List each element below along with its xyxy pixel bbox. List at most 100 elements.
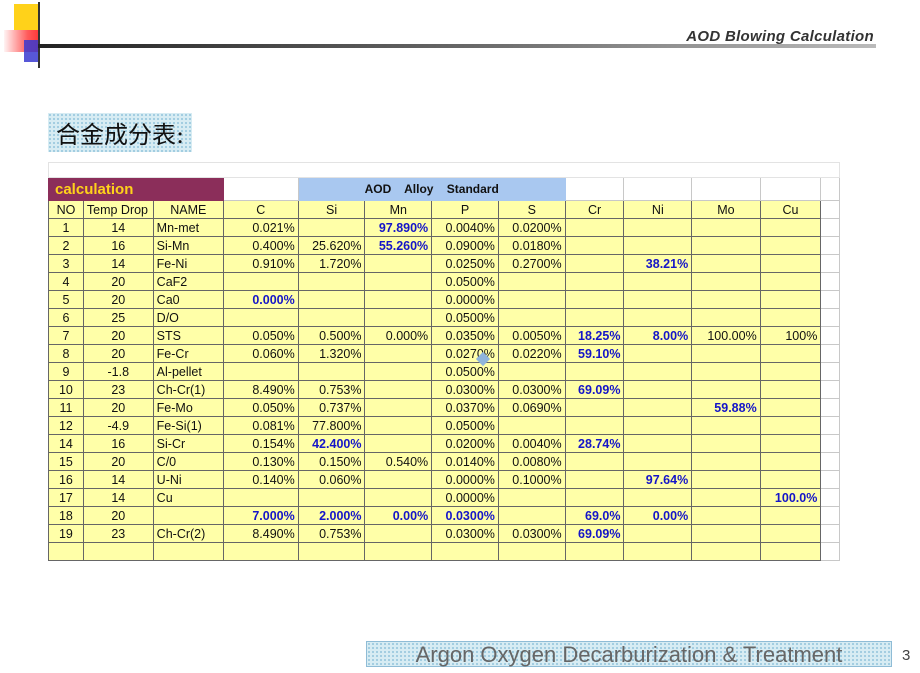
- table-cell[interactable]: [623, 290, 693, 309]
- table-cell[interactable]: 2: [48, 236, 84, 255]
- table-cell[interactable]: -1.8: [82, 362, 154, 381]
- table-cell[interactable]: [297, 308, 366, 327]
- table-cell[interactable]: [691, 254, 761, 273]
- table-cell[interactable]: [691, 434, 761, 453]
- empty-cell[interactable]: [820, 200, 840, 219]
- table-cell[interactable]: [297, 542, 366, 561]
- table-cell[interactable]: 0.540%: [364, 452, 433, 471]
- table-cell[interactable]: 14: [82, 470, 154, 489]
- table-cell[interactable]: [691, 344, 761, 363]
- table-cell[interactable]: 59.88%: [691, 398, 761, 417]
- table-cell[interactable]: 18.25%: [564, 326, 625, 345]
- table-cell[interactable]: 0.0000%: [431, 470, 499, 489]
- table-cell[interactable]: 0.500%: [297, 326, 366, 345]
- table-cell[interactable]: [759, 254, 822, 273]
- empty-cell[interactable]: [820, 470, 840, 489]
- table-cell[interactable]: 0.130%: [222, 452, 299, 471]
- table-cell[interactable]: [297, 272, 366, 291]
- table-cell[interactable]: [759, 344, 822, 363]
- column-header[interactable]: Mo: [691, 200, 761, 219]
- table-cell[interactable]: 97.890%: [364, 218, 433, 237]
- table-cell[interactable]: [497, 272, 566, 291]
- table-cell[interactable]: [297, 362, 366, 381]
- table-cell[interactable]: 0.0000%: [431, 488, 499, 507]
- table-cell[interactable]: 0.0200%: [431, 434, 499, 453]
- table-cell[interactable]: [623, 488, 693, 507]
- table-cell[interactable]: 5: [48, 290, 84, 309]
- table-cell[interactable]: 7: [48, 326, 84, 345]
- table-cell[interactable]: [431, 542, 499, 561]
- table-cell[interactable]: 0.050%: [222, 326, 299, 345]
- table-cell[interactable]: [222, 488, 299, 507]
- table-cell[interactable]: 10: [48, 380, 84, 399]
- table-cell[interactable]: [222, 542, 299, 561]
- table-cell[interactable]: 0.0140%: [431, 452, 499, 471]
- table-cell[interactable]: [564, 542, 625, 561]
- table-cell[interactable]: Si-Cr: [152, 434, 224, 453]
- table-cell[interactable]: [759, 452, 822, 471]
- table-cell[interactable]: [759, 416, 822, 435]
- table-cell[interactable]: 16: [82, 236, 154, 255]
- table-cell[interactable]: [222, 308, 299, 327]
- table-cell[interactable]: 69.09%: [564, 524, 625, 543]
- table-cell[interactable]: [759, 236, 822, 255]
- table-cell[interactable]: 2.000%: [297, 506, 366, 525]
- table-cell[interactable]: Mn-met: [152, 218, 224, 237]
- table-cell[interactable]: [623, 416, 693, 435]
- empty-cell[interactable]: [820, 488, 840, 507]
- table-cell[interactable]: 0.1000%: [497, 470, 566, 489]
- table-cell[interactable]: 0.0040%: [431, 218, 499, 237]
- empty-cell[interactable]: [820, 254, 840, 273]
- empty-cell[interactable]: [820, 506, 840, 525]
- empty-cell[interactable]: [820, 218, 840, 237]
- table-cell[interactable]: [623, 542, 693, 561]
- table-cell[interactable]: [564, 236, 625, 255]
- column-header[interactable]: P: [431, 200, 499, 219]
- table-cell[interactable]: [297, 218, 366, 237]
- empty-cell[interactable]: [820, 542, 840, 561]
- table-cell[interactable]: Fe-Ni: [152, 254, 224, 273]
- table-cell[interactable]: 0.060%: [222, 344, 299, 363]
- table-cell[interactable]: 3: [48, 254, 84, 273]
- table-cell[interactable]: [759, 524, 822, 543]
- table-cell[interactable]: [152, 506, 224, 525]
- table-cell[interactable]: Fe-Mo: [152, 398, 224, 417]
- table-cell[interactable]: 9: [48, 362, 84, 381]
- table-cell[interactable]: [564, 470, 625, 489]
- table-cell[interactable]: [564, 308, 625, 327]
- table-cell[interactable]: 0.0300%: [497, 380, 566, 399]
- table-cell[interactable]: [82, 542, 154, 561]
- table-cell[interactable]: 100.00%: [691, 326, 761, 345]
- table-cell[interactable]: 1.320%: [297, 344, 366, 363]
- table-cell[interactable]: 0.0350%: [431, 326, 499, 345]
- table-cell[interactable]: [691, 542, 761, 561]
- table-cell[interactable]: Ch-Cr(2): [152, 524, 224, 543]
- table-cell[interactable]: [759, 290, 822, 309]
- table-cell[interactable]: [623, 272, 693, 291]
- empty-cell[interactable]: [820, 236, 840, 255]
- table-cell[interactable]: 19: [48, 524, 84, 543]
- table-cell[interactable]: 20: [82, 344, 154, 363]
- table-cell[interactable]: 0.753%: [297, 380, 366, 399]
- table-cell[interactable]: Al-pellet: [152, 362, 224, 381]
- column-header[interactable]: Ni: [623, 200, 693, 219]
- table-cell[interactable]: 0.000%: [222, 290, 299, 309]
- table-cell[interactable]: 0.400%: [222, 236, 299, 255]
- table-cell[interactable]: 0.2700%: [497, 254, 566, 273]
- column-header[interactable]: Cr: [564, 200, 625, 219]
- table-cell[interactable]: 0.0220%: [497, 344, 566, 363]
- table-cell[interactable]: 25: [82, 308, 154, 327]
- table-cell[interactable]: 0.154%: [222, 434, 299, 453]
- table-cell[interactable]: 0.0300%: [431, 380, 499, 399]
- table-cell[interactable]: [364, 470, 433, 489]
- table-cell[interactable]: Fe-Si(1): [152, 416, 224, 435]
- table-cell[interactable]: 0.050%: [222, 398, 299, 417]
- table-cell[interactable]: [152, 542, 224, 561]
- table-cell[interactable]: 0.0180%: [497, 236, 566, 255]
- empty-cell[interactable]: [820, 524, 840, 543]
- table-cell[interactable]: [759, 470, 822, 489]
- table-cell[interactable]: [364, 344, 433, 363]
- table-cell[interactable]: [48, 542, 84, 561]
- table-cell[interactable]: [623, 308, 693, 327]
- table-cell[interactable]: 18: [48, 506, 84, 525]
